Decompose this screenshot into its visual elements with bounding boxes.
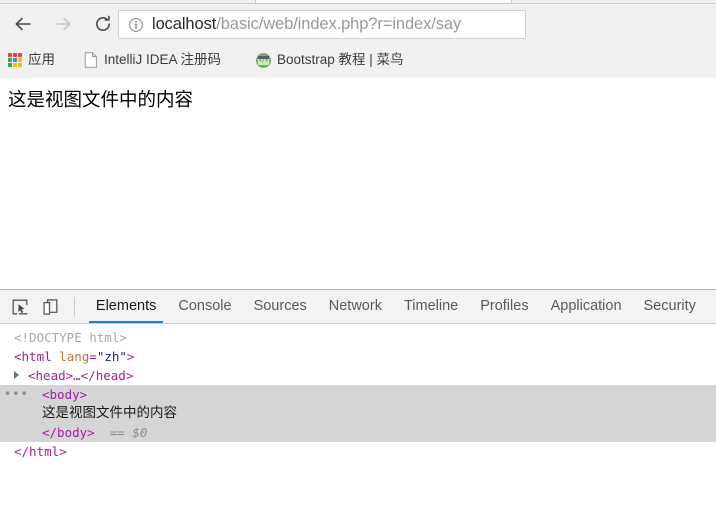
inspect-element-icon xyxy=(13,299,28,314)
dom-row-html-open[interactable]: <html lang="zh"> xyxy=(0,347,716,366)
dom-tree[interactable]: <!DOCTYPE html> <html lang="zh"> <head>…… xyxy=(0,324,716,515)
url-host: localhost xyxy=(152,15,217,34)
chevron-right-icon[interactable] xyxy=(14,371,19,379)
apps-grid-icon xyxy=(8,53,22,67)
back-arrow-icon xyxy=(15,17,31,31)
dom-row-html-close[interactable]: </html> xyxy=(0,442,716,461)
tab-console[interactable]: Console xyxy=(167,290,242,323)
dom-row-doctype[interactable]: <!DOCTYPE html> xyxy=(0,328,716,347)
tab-security[interactable]: Security xyxy=(633,290,707,323)
page-content-text: 这是视图文件中的内容 xyxy=(8,90,194,111)
tab-application[interactable]: Application xyxy=(540,290,633,323)
tab-timeline[interactable]: Timeline xyxy=(393,290,469,323)
tab-profiles[interactable]: Profiles xyxy=(469,290,539,323)
dom-html-attr-value: "zh" xyxy=(96,349,127,364)
url-text: localhost/basic/web/index.php?r=index/sa… xyxy=(152,16,461,33)
tab-sources[interactable]: Sources xyxy=(243,290,318,323)
toolbar-separator xyxy=(73,296,75,317)
back-button[interactable] xyxy=(8,9,38,39)
dom-body-close-tag: </body> xyxy=(42,425,95,440)
dom-body-close-line: </body> == $0 xyxy=(0,423,147,442)
dom-html-close-tag: </html> xyxy=(14,444,67,459)
bookmark-intellij-label: IntelliJ IDEA 注册码 xyxy=(104,52,222,68)
browser-chrome: localhost/basic/web/index.php?r=index/sa… xyxy=(0,0,716,78)
bookmark-intellij-idea[interactable]: IntelliJ IDEA 注册码 xyxy=(84,48,221,72)
browser-toolbar: localhost/basic/web/index.php?r=index/sa… xyxy=(0,5,716,43)
tab-audits[interactable]: A xyxy=(707,290,716,323)
dom-row-head[interactable]: <head>…</head> xyxy=(0,366,716,385)
info-circle-icon[interactable] xyxy=(128,17,144,33)
bootstrap-favicon-icon: </> xyxy=(256,52,271,68)
inspect-element-button[interactable] xyxy=(6,290,35,323)
dom-row-body-close[interactable]: </body> == $0 xyxy=(0,423,716,442)
forward-button[interactable] xyxy=(48,9,78,39)
devtools-tab-bar: Elements Console Sources Network Timelin… xyxy=(85,290,716,323)
dom-html-attr-eq: = xyxy=(89,349,97,364)
dom-html-tag: html xyxy=(21,349,52,364)
bookmark-apps-label: 应用 xyxy=(28,52,55,68)
forward-arrow-icon xyxy=(55,17,71,31)
url-path: /basic/web/index.php?r=index/say xyxy=(216,15,462,34)
dom-selected-var: $0 xyxy=(132,425,148,440)
dom-row-body-text[interactable]: 这是视图文件中的内容 xyxy=(0,404,716,423)
dom-html-attr-name: lang xyxy=(59,349,90,364)
bookmark-apps[interactable]: 应用 xyxy=(8,48,55,72)
dom-overflow-ellipsis[interactable]: ••• xyxy=(4,385,29,404)
dom-body-text-node: 这是视图文件中的内容 xyxy=(42,405,177,421)
bookmark-bootstrap-tutorial[interactable]: </> Bootstrap 教程 | 菜鸟 xyxy=(256,48,404,72)
bookmark-bootstrap-label: Bootstrap 教程 | 菜鸟 xyxy=(277,52,404,68)
dom-doctype-text: <!DOCTYPE html> xyxy=(14,330,127,345)
dom-row-body-open[interactable]: ••• <body> xyxy=(0,385,716,404)
devtools-panel: Elements Console Sources Network Timelin… xyxy=(0,289,716,515)
tab-network[interactable]: Network xyxy=(318,290,393,323)
dom-selected-eq: == xyxy=(109,425,125,440)
bookmarks-bar: 应用 IntelliJ IDEA 注册码 </> Bootstrap 教程 | … xyxy=(0,43,716,77)
device-toolbar-button[interactable] xyxy=(37,290,66,323)
tab-strip-divider xyxy=(0,3,716,4)
devtools-toolbar: Elements Console Sources Network Timelin… xyxy=(0,290,716,324)
document-icon xyxy=(84,52,97,68)
tab-elements[interactable]: Elements xyxy=(85,290,167,323)
dom-html-open-line: <html lang="zh"> xyxy=(0,347,134,366)
page-viewport: 这是视图文件中的内容 xyxy=(0,78,716,289)
reload-button[interactable] xyxy=(88,9,118,39)
dom-head-collapsed: <head>…</head> xyxy=(28,368,134,383)
reload-icon xyxy=(96,15,111,32)
device-toolbar-icon xyxy=(43,298,58,315)
address-bar[interactable]: localhost/basic/web/index.php?r=index/sa… xyxy=(118,10,526,39)
dom-html-lt: < xyxy=(14,349,22,364)
dom-html-gt: > xyxy=(126,349,135,364)
